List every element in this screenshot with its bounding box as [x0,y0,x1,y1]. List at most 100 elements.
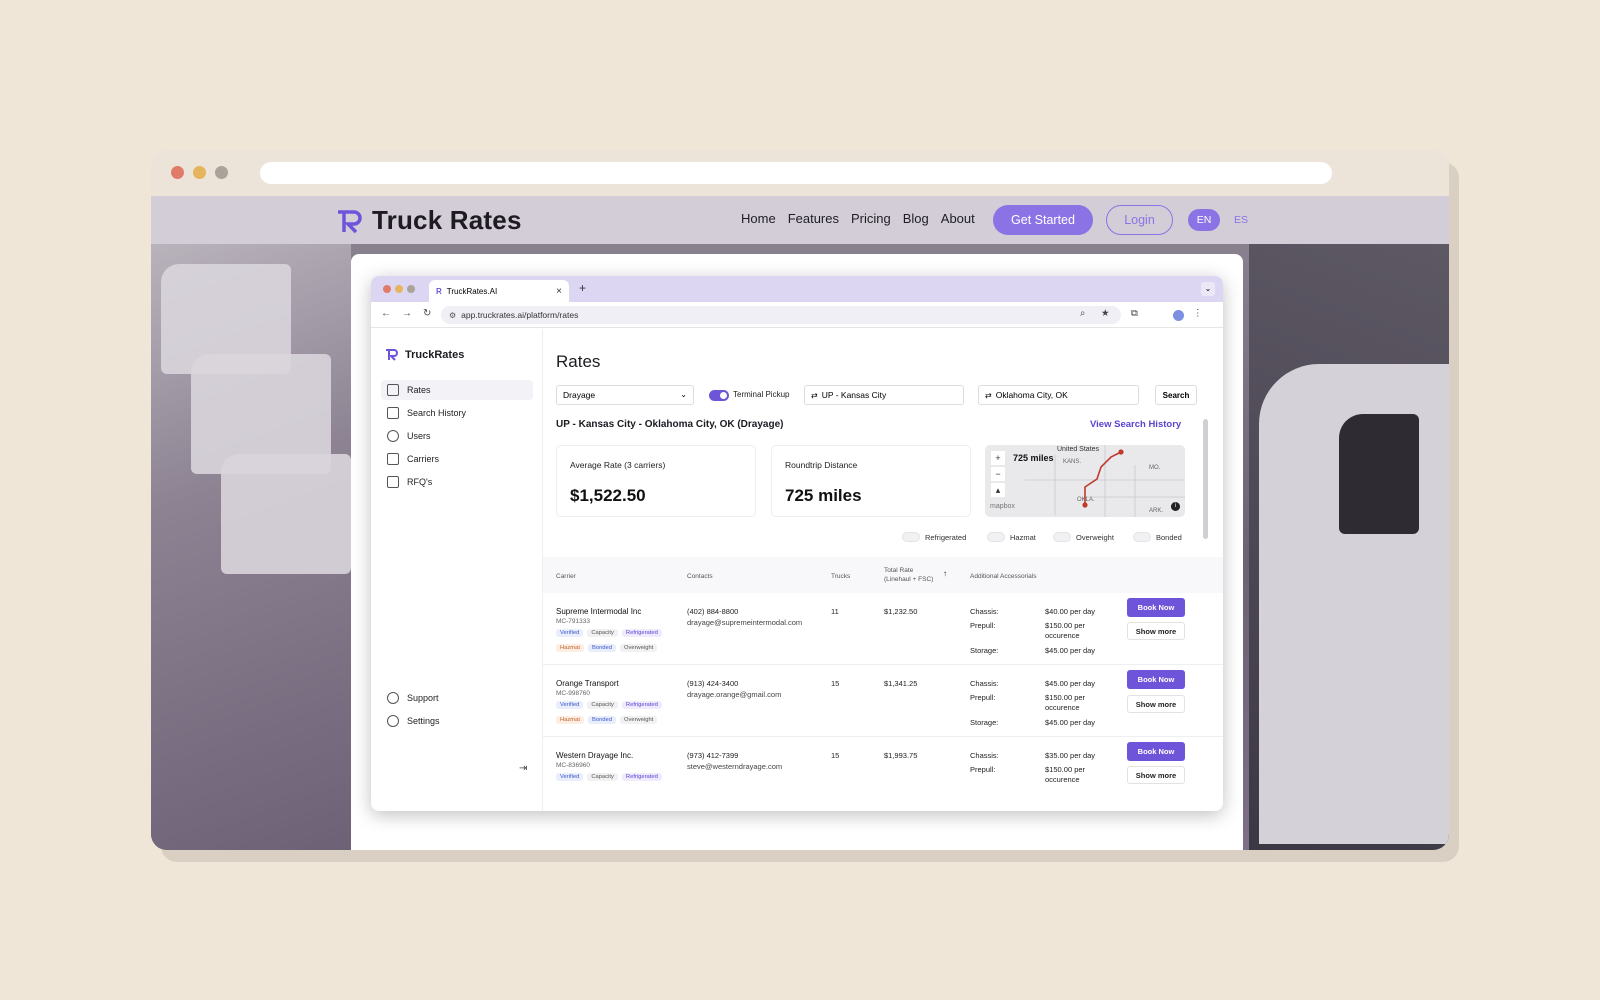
filter-bonded[interactable]: Bonded [1133,532,1182,542]
carrier-tags: Verified Capacity Refrigerated [556,773,662,781]
login-button[interactable]: Login [1106,205,1173,235]
map-zoom-in-icon[interactable]: + [991,451,1005,465]
history-icon [387,407,399,419]
terminal-pickup-toggle[interactable] [709,390,729,401]
language-en-button[interactable]: EN [1188,209,1220,231]
inner-address-bar: ← → ↻ ⚙ app.truckrates.ai/platform/rates… [371,302,1223,328]
browser-menu-icon[interactable]: ⋮ [1193,308,1203,319]
nav-blog[interactable]: Blog [903,211,929,226]
profile-avatar[interactable] [1173,310,1184,321]
app-logo[interactable]: TruckRates [385,348,464,361]
show-more-button[interactable]: Show more [1127,695,1185,713]
users-icon [387,430,399,442]
map-state-label: OKLA. [1077,497,1095,503]
column-header-total-rate[interactable]: Total Rate [884,567,913,574]
view-search-history-link[interactable]: View Search History [1090,419,1181,430]
logout-icon[interactable]: ⇥ [519,763,527,774]
average-rate-value: $1,522.50 [570,486,646,505]
zoom-icon[interactable]: ⌕ [1080,308,1085,319]
column-header-contacts[interactable]: Contacts [687,573,713,580]
nav-pricing[interactable]: Pricing [851,211,891,226]
bookmark-star-icon[interactable]: ★ [1101,308,1110,319]
tag-hazmat: Hazmat [556,716,584,724]
filter-hazmat[interactable]: Hazmat [987,532,1036,542]
new-tab-icon[interactable]: + [579,281,586,295]
carrier-total-rate: $1,232.50 [884,607,918,616]
sidebar-item-label: Rates [407,385,431,395]
table-row: Western Drayage Inc. MC-836960 Verified … [543,737,1223,811]
sidebar-item-rfqs[interactable]: RFQ's [381,472,533,492]
carrier-tags: Hazmat Bonded Overweight [556,644,658,652]
minimize-window-button[interactable] [193,166,206,179]
carrier-email[interactable]: drayage@supremeintermodal.com [687,618,802,627]
sidebar-item-label: Support [407,693,439,703]
carrier-name[interactable]: Western Drayage Inc. [556,751,633,760]
storage-value: $45.00 per day [1045,718,1096,727]
rfq-icon [387,476,399,488]
sidebar-item-rates[interactable]: Rates [381,380,533,400]
filter-refrigerated[interactable]: Refrigerated [902,532,966,542]
nav-about[interactable]: About [941,211,975,226]
sort-ascending-icon[interactable]: ↑ [943,569,947,578]
book-now-button[interactable]: Book Now [1127,670,1185,689]
chassis-value: $35.00 per day [1045,751,1096,760]
destination-input[interactable]: ⇄ Oklahoma City, OK [978,385,1139,405]
sidebar-item-carriers[interactable]: Carriers [381,449,533,469]
site-logo[interactable]: Truck Rates [336,205,522,236]
main-scrollbar[interactable] [1203,419,1208,539]
browser-tab[interactable]: R TruckRates.AI × [429,280,569,302]
column-header-trucks[interactable]: Trucks [831,573,850,580]
route-map[interactable]: + − ▴ 725 miles United States KANS. MO. … [985,445,1185,517]
tag-hazmat: Hazmat [556,644,584,652]
inner-url-field[interactable]: ⚙ app.truckrates.ai/platform/rates [441,306,1121,324]
carrier-name[interactable]: Supreme Intermodal Inc [556,607,641,616]
carrier-mc-number: MC-791333 [556,618,590,625]
close-window-button[interactable] [171,166,184,179]
carrier-email[interactable]: drayage.orange@gmail.com [687,690,781,699]
book-now-button[interactable]: Book Now [1127,598,1185,617]
filter-overweight[interactable]: Overweight [1053,532,1114,542]
tag-bonded: Bonded [587,644,616,652]
tag-verified: Verified [556,773,584,781]
tag-capacity: Capacity [587,701,618,709]
tab-list-chevron-icon[interactable]: ⌄ [1201,282,1215,296]
back-arrow-icon[interactable]: ← [381,308,391,319]
filter-label: Refrigerated [925,532,967,542]
app-sidebar: TruckRates Rates Search History Users Ca… [371,329,543,811]
forward-arrow-icon[interactable]: → [402,308,412,319]
nav-features[interactable]: Features [788,211,839,226]
column-header-carrier[interactable]: Carrier [556,573,576,580]
nav-home[interactable]: Home [741,211,776,226]
sidebar-item-users[interactable]: Users [381,426,533,446]
origin-input[interactable]: ⇄ UP - Kansas City [804,385,964,405]
storage-label: Storage: [970,718,999,727]
show-more-button[interactable]: Show more [1127,622,1185,640]
tag-overweight: Overweight [619,644,658,652]
carrier-phone: (973) 412-7399 [687,751,739,760]
get-started-button[interactable]: Get Started [993,205,1093,235]
extensions-icon[interactable]: ⧉ [1131,308,1138,319]
sidebar-item-label: RFQ's [407,477,433,487]
map-zoom-out-icon[interactable]: − [991,467,1005,481]
tab-close-icon[interactable]: × [556,286,562,297]
carrier-total-rate: $1,341.25 [884,679,918,688]
language-es-button[interactable]: ES [1225,209,1257,231]
show-more-button[interactable]: Show more [1127,766,1185,784]
site-settings-icon[interactable]: ⚙ [449,311,456,320]
carrier-tags: Verified Capacity Refrigerated [556,701,662,709]
mode-select[interactable]: Drayage ⌄ [556,385,694,405]
book-now-button[interactable]: Book Now [1127,742,1185,761]
support-icon [387,692,399,704]
search-button[interactable]: Search [1155,385,1197,405]
maximize-window-button[interactable] [215,166,228,179]
carrier-name[interactable]: Orange Transport [556,679,619,688]
filter-label: Bonded [1156,532,1182,542]
outer-url-bar[interactable] [260,162,1332,184]
sidebar-item-settings[interactable]: Settings [381,711,533,731]
sidebar-item-support[interactable]: Support [381,688,533,708]
carrier-email[interactable]: steve@westerndrayage.com [687,762,782,771]
reload-icon[interactable]: ↻ [423,308,431,319]
map-info-icon[interactable]: i [1171,502,1180,511]
map-compass-icon[interactable]: ▴ [991,483,1005,497]
sidebar-item-search-history[interactable]: Search History [381,403,533,423]
